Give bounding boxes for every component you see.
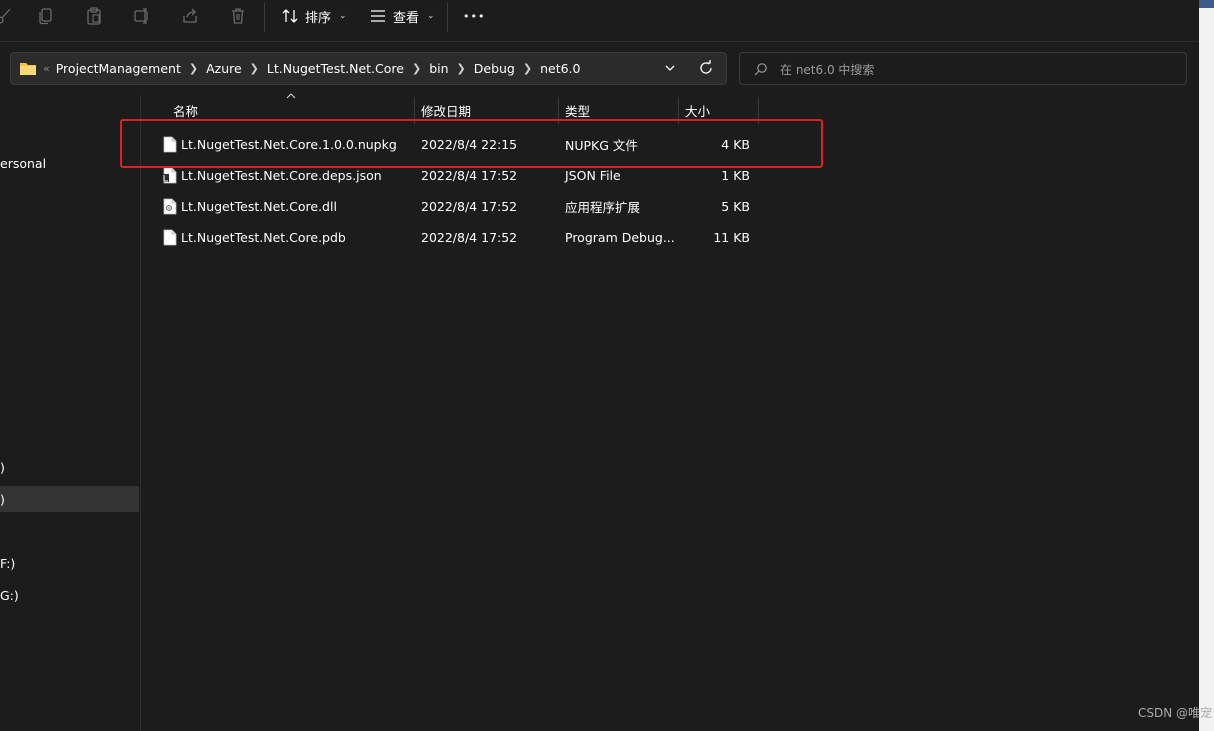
address-history-dropdown[interactable] (661, 59, 679, 77)
search-box[interactable] (739, 52, 1187, 85)
breadcrumb-item[interactable]: Debug (474, 61, 515, 76)
chevron-down-icon: ⌄ (427, 11, 435, 21)
view-button[interactable]: 查看 ⌄ (369, 5, 435, 27)
cut-icon[interactable] (0, 6, 14, 26)
overflow-chevron-icon[interactable]: « (43, 62, 50, 75)
file-name: Lt.NugetTest.Net.Core.dll (181, 199, 337, 214)
view-icon (371, 10, 385, 22)
more-options-button[interactable]: ••• (463, 5, 485, 27)
chevron-right-icon[interactable]: ❯ (412, 62, 421, 75)
chevron-down-icon (665, 65, 675, 71)
copy-icon[interactable] (36, 6, 56, 26)
breadcrumb-item[interactable]: Azure (206, 61, 242, 76)
nav-item-drive-f[interactable]: F:) (0, 550, 139, 576)
breadcrumb-item[interactable]: Lt.NugetTest.Net.Core (267, 61, 404, 76)
nav-item-drive-selected[interactable]: ) (0, 486, 139, 512)
window-edge (1199, 0, 1214, 731)
share-icon[interactable] (180, 6, 200, 26)
chevron-right-icon[interactable]: ❯ (189, 62, 198, 75)
pane-divider[interactable] (140, 95, 141, 731)
chevron-right-icon[interactable]: ❯ (523, 62, 532, 75)
file-name: Lt.NugetTest.Net.Core.pdb (181, 230, 346, 245)
json-file-icon (163, 167, 177, 184)
breadcrumb-item[interactable]: bin (429, 61, 448, 76)
folder-icon (20, 63, 36, 75)
refresh-icon (700, 60, 712, 74)
file-size: 5 KB (721, 199, 750, 214)
file-date: 2022/8/4 17:52 (421, 199, 518, 214)
command-bar: 排序 ⌄ 查看 ⌄ ••• (0, 0, 1199, 42)
refresh-button[interactable] (697, 59, 715, 77)
chevron-right-icon[interactable]: ❯ (457, 62, 466, 75)
sort-icon (282, 9, 298, 23)
navigation-pane: ersonal ) ) F:) G:) (0, 95, 140, 731)
breadcrumb-item[interactable]: net6.0 (540, 61, 580, 76)
watermark: CSDN @唯宠 (1137, 706, 1212, 720)
chevron-down-icon: ⌄ (339, 11, 347, 21)
highlight-annotation (120, 119, 823, 168)
file-size: 11 KB (713, 230, 750, 245)
file-row[interactable]: Lt.NugetTest.Net.Core.dll 2022/8/4 17:52… (160, 191, 760, 222)
toolbar-divider (447, 2, 448, 32)
nav-item-drive-g[interactable]: G:) (0, 582, 139, 608)
search-icon (754, 63, 767, 76)
address-bar[interactable]: « ProjectManagement ❯ Azure ❯ Lt.NugetTe… (10, 52, 727, 85)
breadcrumb-item[interactable]: ProjectManagement (56, 61, 181, 76)
file-type: Program Debug... (565, 230, 675, 245)
sort-label: 排序 (305, 10, 332, 26)
delete-icon[interactable] (228, 6, 248, 26)
nav-item-personal[interactable]: ersonal (0, 150, 139, 176)
dll-file-icon (163, 198, 177, 215)
rename-icon[interactable] (132, 6, 152, 26)
file-row[interactable]: Lt.NugetTest.Net.Core.pdb 2022/8/4 17:52… (160, 222, 760, 253)
sort-button[interactable]: 排序 ⌄ (281, 5, 347, 27)
chevron-right-icon[interactable]: ❯ (250, 62, 259, 75)
paste-icon[interactable] (84, 6, 104, 26)
search-input[interactable] (778, 57, 1172, 82)
toolbar-divider (264, 2, 265, 32)
file-type: 应用程序扩展 (565, 200, 641, 215)
file-icon (163, 229, 177, 246)
breadcrumb: « ProjectManagement ❯ Azure ❯ Lt.NugetTe… (19, 53, 580, 84)
view-label: 查看 (393, 10, 420, 26)
nav-item-drive[interactable]: ) (0, 454, 139, 480)
file-date: 2022/8/4 17:52 (421, 230, 518, 245)
